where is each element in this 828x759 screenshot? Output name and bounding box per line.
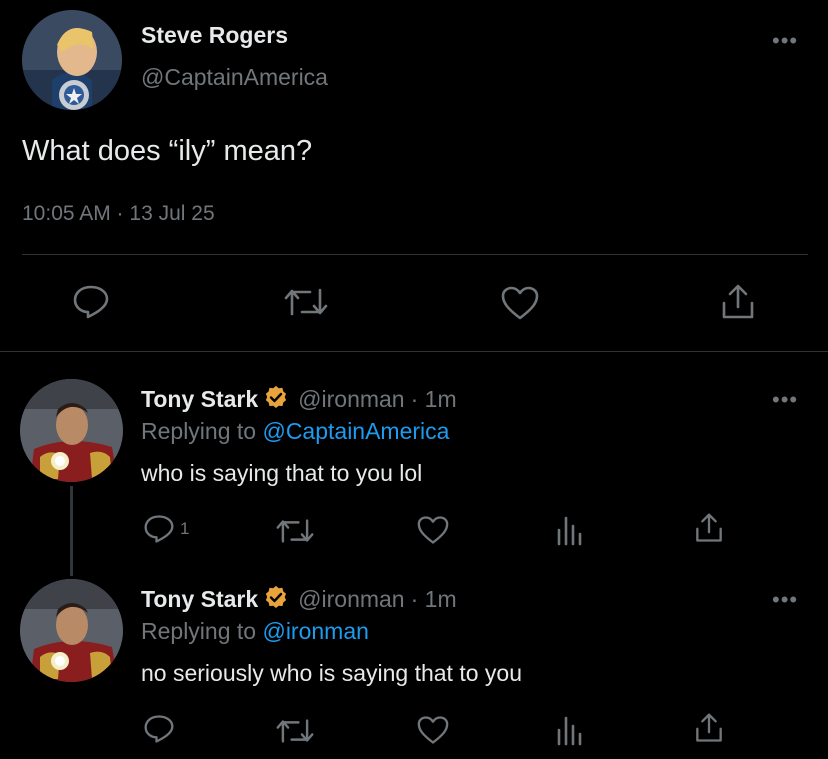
reply-author-handle[interactable]: @ironman — [298, 586, 404, 613]
reply-count: 1 — [180, 519, 190, 538]
avatar-steve-rogers[interactable] — [22, 10, 122, 110]
iron-man-avatar-image — [20, 379, 123, 482]
reply-header: Tony Stark @ironman · 1m — [141, 585, 457, 614]
replying-to-label: Replying to — [141, 418, 257, 444]
thread-connector — [70, 486, 73, 576]
retweet-icon[interactable] — [276, 517, 314, 545]
like-icon[interactable] — [416, 715, 450, 745]
share-icon[interactable] — [694, 512, 724, 544]
share-icon[interactable] — [694, 712, 724, 744]
verified-badge-icon — [264, 385, 288, 414]
replying-to-line: Replying to @ironman — [141, 618, 369, 645]
reply-time[interactable]: · 1m — [411, 386, 457, 413]
reply-text: who is saying that to you lol — [141, 460, 423, 486]
reply-icon[interactable] — [72, 284, 110, 320]
reply-action[interactable]: 1 — [143, 514, 189, 544]
reply-text: no seriously who is saying that to you — [141, 660, 522, 686]
views-icon[interactable] — [556, 714, 584, 746]
reply-author-name[interactable]: Tony Stark — [141, 586, 258, 613]
reply-icon[interactable] — [143, 514, 175, 544]
reply-header: Tony Stark @ironman · 1m — [141, 385, 457, 414]
divider — [0, 351, 828, 352]
tweet-text: What does “ily” mean? — [22, 135, 313, 167]
replying-to-mention[interactable]: @CaptainAmerica — [262, 418, 449, 444]
tweet-timestamp[interactable]: 10:05 AM · 13 Jul 25 — [22, 202, 215, 226]
avatar-tony-stark[interactable] — [20, 579, 123, 682]
reply-author-name[interactable]: Tony Stark — [141, 386, 258, 413]
reply-author-handle[interactable]: @ironman — [298, 386, 404, 413]
replying-to-mention[interactable]: @ironman — [262, 618, 368, 644]
divider — [22, 254, 808, 255]
more-options-icon[interactable]: ••• — [772, 589, 798, 611]
verified-badge-icon — [264, 585, 288, 614]
retweet-icon[interactable] — [276, 717, 314, 745]
main-author-handle[interactable]: @CaptainAmerica — [141, 64, 328, 91]
avatar-tony-stark[interactable] — [20, 379, 123, 482]
reply-time[interactable]: · 1m — [411, 586, 457, 613]
more-options-icon[interactable]: ••• — [772, 389, 798, 411]
iron-man-avatar-image — [20, 579, 123, 682]
share-icon[interactable] — [720, 283, 756, 321]
retweet-icon[interactable] — [284, 286, 328, 318]
main-author-name[interactable]: Steve Rogers — [141, 22, 288, 49]
replying-to-label: Replying to — [141, 618, 257, 644]
replying-to-line: Replying to @CaptainAmerica — [141, 418, 449, 445]
reply-icon[interactable] — [143, 714, 175, 744]
captain-america-avatar-image — [22, 10, 122, 110]
like-icon[interactable] — [500, 285, 540, 321]
more-options-icon[interactable]: ••• — [772, 30, 798, 52]
views-icon[interactable] — [556, 514, 584, 546]
like-icon[interactable] — [416, 515, 450, 545]
